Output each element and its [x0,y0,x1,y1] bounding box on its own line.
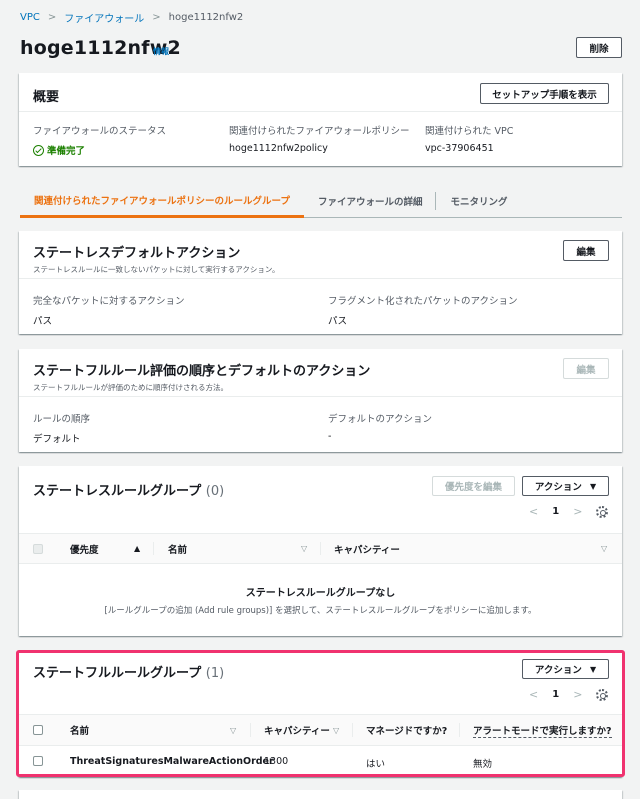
overview-panel: 概要 セットアップ手順を表示 ファイアウォールのステータス 準備完了 関連付けら… [19,73,622,166]
stateful-order-subtitle: ステートフルルールが評価のために順序付けされる方法。 [33,383,228,392]
stateless-default-edit-button[interactable]: 編集 [563,240,609,261]
stateless-empty-description: [ルールグループの追加 (Add rule groups)] を選択して、ステー… [104,606,537,616]
status-field: ファイアウォールのステータス 準備完了 [33,123,166,157]
stateless-table-header: 優先度 ▲ 名前 ▽ キャパシティー ▽ [19,533,622,564]
full-packet-field: 完全なパケットに対するアクション パス [33,293,185,327]
vpc-field: 関連付けられた VPC vpc-37906451 [425,123,513,154]
default-action-field: デフォルトのアクション - [328,411,432,442]
stateless-actions-button[interactable]: アクション ▼ [522,476,609,496]
select-all-checkbox[interactable] [33,544,43,554]
caret-down-icon: ▼ [589,481,597,491]
vpc-label: 関連付けられた VPC [425,126,514,137]
status-text: 準備完了 [47,146,86,157]
policy-link[interactable]: hoge1112nfw2policy [229,143,410,154]
sort-ascending-icon[interactable]: ▲ [134,544,140,553]
full-packet-label: 完全なパケットに対するアクション [33,296,185,307]
default-action-value: - [328,431,332,442]
fragment-field: フラグメント化されたパケットのアクション パス [328,293,518,327]
stateless-groups-title: ステートレスルールグループ (0) [33,480,224,499]
tab-monitoring[interactable]: モニタリング [436,184,521,218]
next-page-icon[interactable]: > [573,505,582,518]
tabs: 関連付けられたファイアウォールポリシーのルールグループ ファイアウォールの詳細 … [20,184,622,218]
stateless-default-subtitle: ステートレスルールに一致しないパケットに対して実行するアクション。 [33,265,280,274]
stateless-page-number[interactable]: 1 [552,506,559,517]
overview-title: 概要 [33,90,60,105]
rule-order-field: ルールの順序 デフォルト [33,411,90,445]
check-circle-icon [33,144,44,156]
stateless-groups-panel: ステートレスルールグループ (0) 優先度を編集 アクション ▼ < 1 > 優… [19,466,622,636]
stateful-order-panel: ステートフルルール評価の順序とデフォルトのアクション ステートフルルールが評価の… [19,349,622,452]
stateless-groups-title-text: ステートレスルールグループ [33,484,202,499]
column-name[interactable]: 名前 [168,534,187,563]
tab-rule-groups[interactable]: 関連付けられたファイアウォールポリシーのルールグループ [20,184,304,218]
show-setup-steps-button[interactable]: セットアップ手順を表示 [480,83,609,104]
next-panel [19,790,622,799]
tab-firewall-details-label: ファイアウォールの詳細 [317,197,423,208]
column-divider [153,542,154,555]
breadcrumb-firewall-link[interactable]: ファイアウォール [64,10,144,25]
sort-icon[interactable]: ▽ [301,544,307,553]
stateless-default-header: ステートレスデフォルトアクション ステートレスルールに一致しないパケットに対して… [19,231,622,279]
status-value: 準備完了 [33,143,166,157]
previous-page-icon[interactable]: < [529,505,538,518]
highlight-frame [16,650,625,777]
sort-icon[interactable]: ▽ [601,544,607,553]
info-link[interactable]: 情報 [153,46,169,57]
stateful-order-title: ステートフルルール評価の順序とデフォルトのアクション [33,364,371,379]
column-priority[interactable]: 優先度 [70,534,99,563]
stateless-default-title: ステートレスデフォルトアクション [33,246,241,261]
stateful-order-edit-button[interactable]: 編集 [563,358,609,379]
default-action-label: デフォルトのアクション [328,414,433,425]
chevron-right-icon: > [152,12,161,23]
breadcrumb-vpc-link[interactable]: VPC [20,12,40,23]
breadcrumb-current: hoge1112nfw2 [168,12,244,23]
tab-monitoring-label: モニタリング [450,197,508,208]
policy-field: 関連付けられたファイアウォールポリシー hoge1112nfw2policy [229,123,410,154]
column-divider [320,542,321,555]
stateless-default-panel: ステートレスデフォルトアクション ステートレスルールに一致しないパケットに対して… [19,231,622,334]
vpc-link[interactable]: vpc-37906451 [425,143,513,154]
stateless-actions-label: アクション [534,482,582,493]
stateless-pagination: < 1 > [529,505,582,518]
stateless-groups-count: (0) [205,484,225,499]
stateful-order-header: ステートフルルール評価の順序とデフォルトのアクション ステートフルルールが評価の… [19,349,622,397]
overview-header: 概要 セットアップ手順を表示 [19,73,622,112]
breadcrumb: VPC > ファイアウォール > hoge1112nfw2 [20,10,243,25]
full-packet-value: パス [33,316,53,327]
rule-order-value: デフォルト [33,434,81,445]
delete-button[interactable]: 削除 [576,37,622,58]
stateless-empty-title: ステートレスルールグループなし [245,588,396,599]
tab-firewall-details[interactable]: ファイアウォールの詳細 [304,184,437,218]
fragment-label: フラグメント化されたパケットのアクション [328,296,518,307]
tab-rule-groups-label: 関連付けられたファイアウォールポリシーのルールグループ [34,195,290,207]
rule-order-label: ルールの順序 [33,414,91,425]
settings-gear-icon[interactable] [596,506,608,518]
edit-priority-button[interactable]: 優先度を編集 [432,476,515,496]
chevron-right-icon: > [47,12,57,23]
column-capacity[interactable]: キャパシティー [334,534,400,563]
fragment-value: パス [328,316,348,327]
policy-label: 関連付けられたファイアウォールポリシー [229,126,410,137]
status-label: ファイアウォールのステータス [33,126,167,137]
